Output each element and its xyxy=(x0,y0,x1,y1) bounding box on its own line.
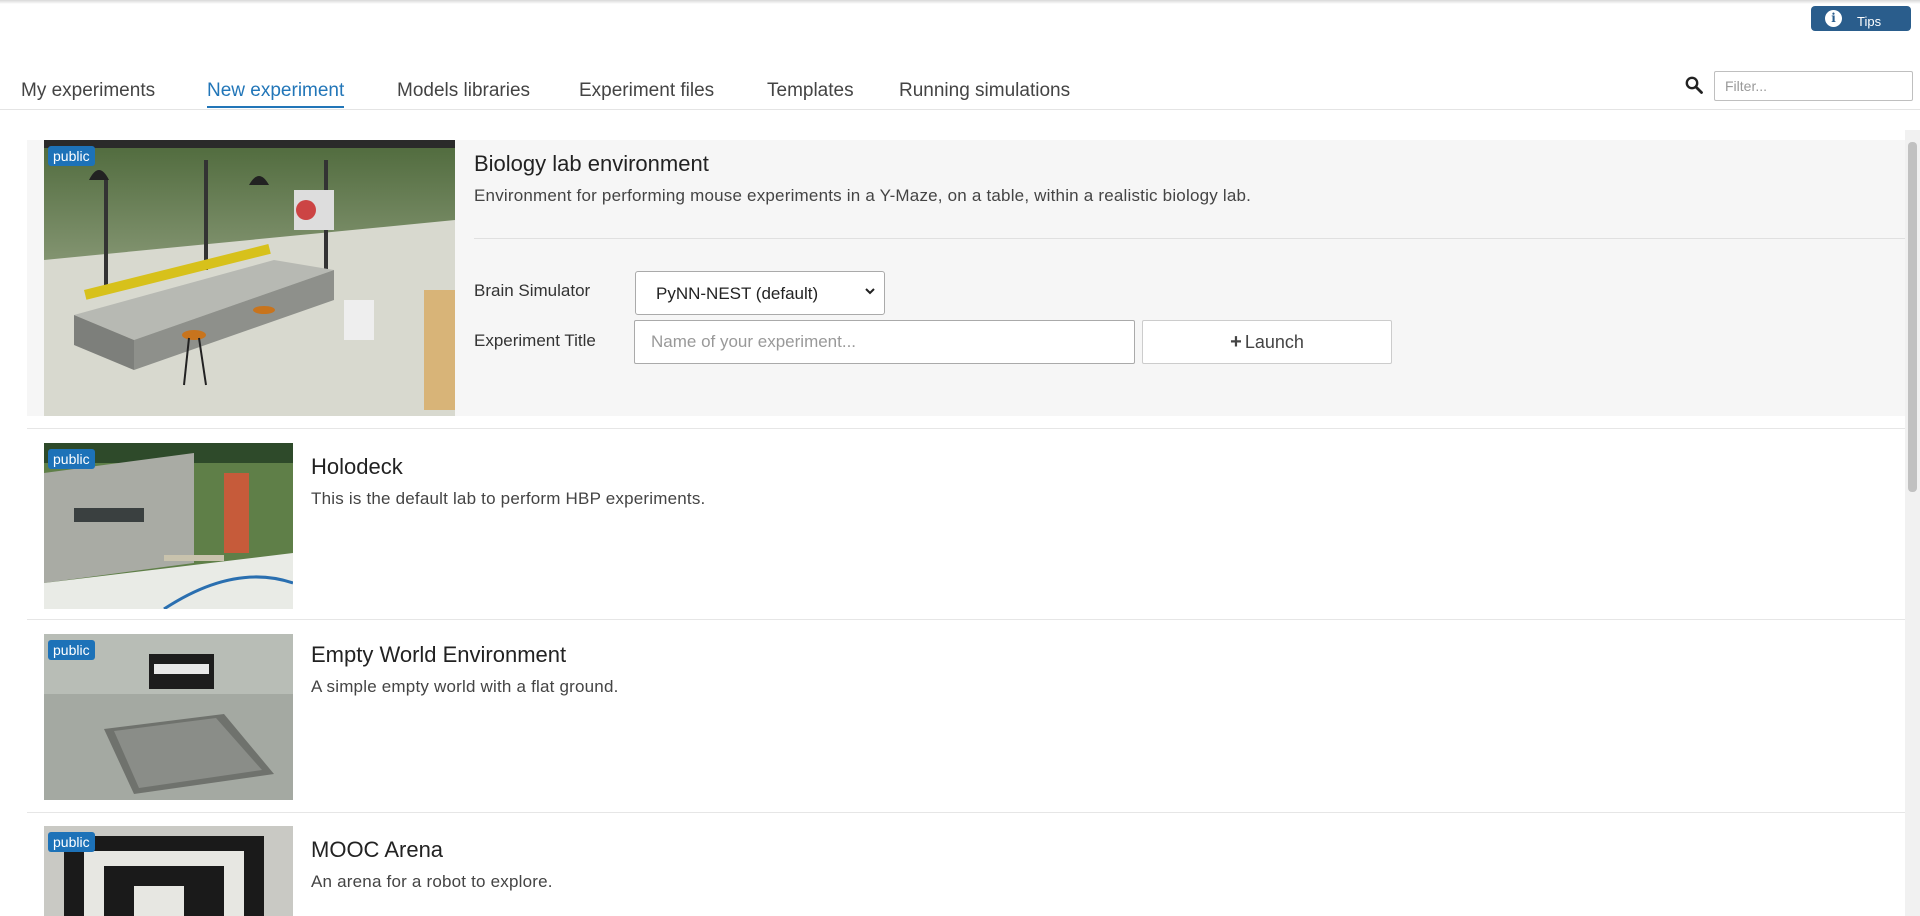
holodeck-thumbnail: public xyxy=(44,443,293,609)
top-shadow xyxy=(0,0,1920,4)
brain-simulator-value: PyNN-NEST (default) xyxy=(656,284,819,303)
experiment-item-mooc-arena[interactable]: public MOOC Arena An arena for a robot t… xyxy=(27,813,1905,916)
search-icon[interactable] xyxy=(1685,76,1703,94)
launch-button[interactable]: + Launch xyxy=(1142,320,1392,364)
experiment-item-empty-world[interactable]: public Empty World Environment A simple … xyxy=(27,620,1905,813)
public-badge: public xyxy=(48,146,95,166)
public-badge: public xyxy=(48,449,95,469)
tab-models-libraries[interactable]: Models libraries xyxy=(397,80,530,106)
mooc-arena-thumbnail: public xyxy=(44,826,293,916)
tab-new-experiment[interactable]: New experiment xyxy=(207,80,345,108)
tab-experiment-files[interactable]: Experiment files xyxy=(579,80,714,106)
experiment-title-label: Experiment Title xyxy=(474,331,596,350)
experiment-title: MOOC Arena xyxy=(311,837,444,862)
divider xyxy=(474,238,1905,239)
nav-tabs: My experiments New experiment Models lib… xyxy=(0,70,1920,110)
info-icon: i xyxy=(1825,10,1842,27)
experiment-title: Biology lab environment xyxy=(474,151,709,176)
launch-label: Launch xyxy=(1244,332,1304,352)
experiment-title: Empty World Environment xyxy=(311,642,567,667)
tab-running-simulations[interactable]: Running simulations xyxy=(899,80,1070,106)
experiment-title-input[interactable] xyxy=(634,320,1135,364)
public-badge: public xyxy=(48,832,95,852)
empty-world-thumbnail: public xyxy=(44,634,293,800)
brain-simulator-label: Brain Simulator xyxy=(474,281,591,300)
experiment-description: An arena for a robot to explore. xyxy=(311,872,553,891)
scrollbar[interactable] xyxy=(1905,130,1920,916)
scrollbar-thumb[interactable] xyxy=(1908,142,1917,492)
experiment-item-holodeck[interactable]: public Holodeck This is the default lab … xyxy=(27,428,1905,620)
tab-templates[interactable]: Templates xyxy=(767,80,854,106)
experiment-description: Environment for performing mouse experim… xyxy=(474,186,1252,205)
chevron-down-icon xyxy=(865,288,875,295)
tips-button[interactable]: i Tips xyxy=(1811,6,1911,31)
public-badge: public xyxy=(48,640,95,660)
experiment-title: Holodeck xyxy=(311,454,403,479)
biology-lab-thumbnail: public xyxy=(44,140,455,416)
tips-label: Tips xyxy=(1857,14,1882,29)
tab-my-experiments[interactable]: My experiments xyxy=(21,80,155,106)
filter-input[interactable] xyxy=(1714,71,1913,101)
plus-icon: + xyxy=(1230,331,1242,353)
experiment-description: A simple empty world with a flat ground. xyxy=(311,677,619,696)
experiment-item-biology-lab[interactable]: public Biology lab environment Environme… xyxy=(27,140,1905,416)
experiment-description: This is the default lab to perform HBP e… xyxy=(311,489,706,508)
brain-simulator-select[interactable]: PyNN-NEST (default) xyxy=(635,271,885,315)
